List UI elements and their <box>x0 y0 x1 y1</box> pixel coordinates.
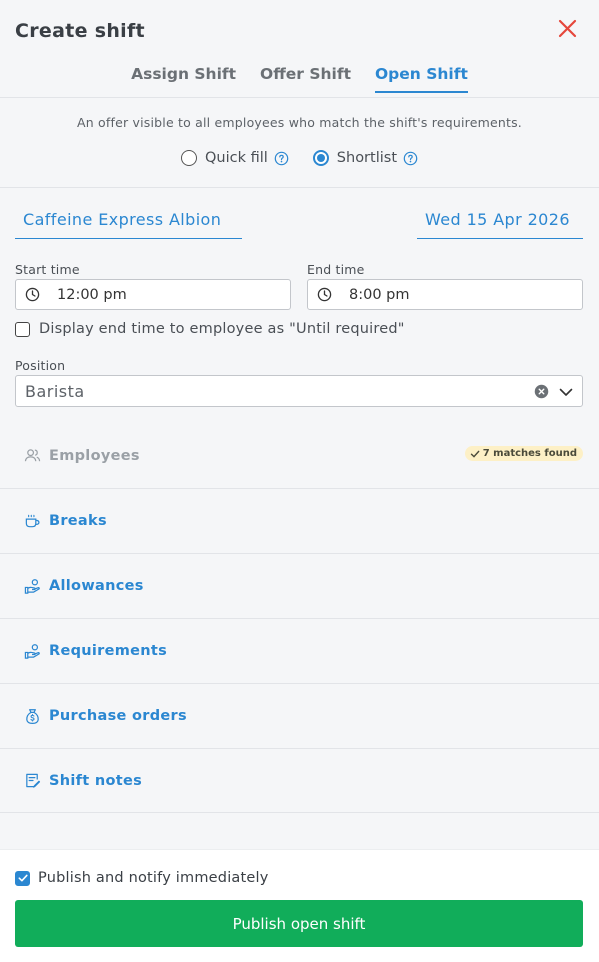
publish-notify-checkbox[interactable] <box>15 870 30 886</box>
section-employees[interactable]: Employees 7 matches found <box>0 423 599 488</box>
section-breaks-label: Breaks <box>49 513 107 529</box>
section-requirements[interactable]: Requirements <box>0 618 599 683</box>
publish-open-shift-button[interactable]: Publish open shift <box>15 900 583 947</box>
until-required-label: Display end time to employee as "Until r… <box>39 321 405 337</box>
until-required-option: Display end time to employee as "Until r… <box>15 321 405 337</box>
section-purchase-orders[interactable]: Purchase orders <box>0 683 599 748</box>
section-shift-notes[interactable]: Shift notes <box>0 748 599 813</box>
help-icon[interactable] <box>274 151 289 166</box>
users-icon <box>24 449 41 462</box>
until-required-checkbox[interactable] <box>15 321 30 337</box>
dialog-header: Create shift Assign Shift Offer Shift Op… <box>0 0 599 98</box>
clock-icon <box>317 287 332 302</box>
shortlist-radio-circle[interactable] <box>312 150 329 166</box>
section-allowances-label: Allowances <box>49 578 144 594</box>
end-time-label: End time <box>307 262 365 277</box>
money-bag-icon <box>26 708 39 724</box>
quick-fill-label: Quick fill <box>204 150 268 166</box>
start-time-field: Start time 12:00 pm <box>15 262 291 310</box>
close-icon <box>558 19 577 38</box>
help-icon[interactable] <box>403 151 418 166</box>
section-breaks[interactable]: Breaks <box>0 488 599 553</box>
position-label: Position <box>15 358 66 373</box>
location-date-row: Caffeine Express Albion Wed 15 Apr 2026 <box>0 188 599 248</box>
section-purchase-orders-label: Purchase orders <box>49 708 187 724</box>
location-selector[interactable]: Caffeine Express Albion <box>15 210 242 239</box>
matches-badge: 7 matches found <box>464 446 583 461</box>
end-time-field: End time 8:00 pm <box>307 262 583 310</box>
tab-offer-shift[interactable]: Offer Shift <box>260 65 351 93</box>
section-shift-notes-label: Shift notes <box>49 772 143 789</box>
hand-coins-icon <box>24 578 40 594</box>
clock-icon <box>25 287 40 302</box>
notes-icon <box>26 773 41 788</box>
position-select[interactable]: Barista <box>15 375 583 407</box>
time-row: Start time 12:00 pm End time 8:00 pm <box>15 262 583 312</box>
shortlist-label: Shortlist <box>336 150 398 166</box>
check-icon <box>18 874 28 882</box>
end-time-input[interactable]: 8:00 pm <box>307 279 583 310</box>
publish-notify-option: Publish and notify immediately <box>15 870 269 886</box>
shift-type-tabs: Assign Shift Offer Shift Open Shift <box>0 65 599 93</box>
open-shift-description: An offer visible to all employees who ma… <box>76 115 522 130</box>
start-time-label: Start time <box>15 262 80 277</box>
fill-mode-section: An offer visible to all employees who ma… <box>0 98 599 188</box>
position-field: Position Barista <box>15 358 583 407</box>
quick-fill-radio[interactable]: Quick fill <box>180 150 289 166</box>
date-picker[interactable]: Wed 15 Apr 2026 <box>417 210 583 239</box>
position-value: Barista <box>25 381 85 401</box>
close-button[interactable] <box>555 17 579 41</box>
fill-mode-radio-group: Quick fill Shortlist <box>0 150 599 166</box>
start-time-value: 12:00 pm <box>57 286 127 303</box>
check-icon <box>470 450 480 458</box>
clear-icon[interactable] <box>534 384 549 399</box>
shift-sections-list: Employees 7 matches found Breaks Allowan… <box>0 423 599 813</box>
shortlist-radio[interactable]: Shortlist <box>312 150 418 166</box>
matches-count: 7 matches found <box>482 448 577 459</box>
chevron-down-icon[interactable] <box>559 385 573 399</box>
tab-assign-shift[interactable]: Assign Shift <box>131 65 236 93</box>
end-time-value: 8:00 pm <box>349 286 410 303</box>
tab-open-shift[interactable]: Open Shift <box>375 65 468 93</box>
hand-coins-icon <box>24 643 40 659</box>
coffee-cup-icon <box>25 514 40 527</box>
section-employees-label: Employees <box>49 447 140 464</box>
dialog-title: Create shift <box>15 20 145 42</box>
quick-fill-radio-circle[interactable] <box>180 150 197 166</box>
dialog-footer: Publish and notify immediately Publish o… <box>0 849 599 962</box>
section-allowances[interactable]: Allowances <box>0 553 599 618</box>
start-time-input[interactable]: 12:00 pm <box>15 279 291 310</box>
section-requirements-label: Requirements <box>49 643 168 659</box>
publish-notify-label: Publish and notify immediately <box>38 870 269 886</box>
